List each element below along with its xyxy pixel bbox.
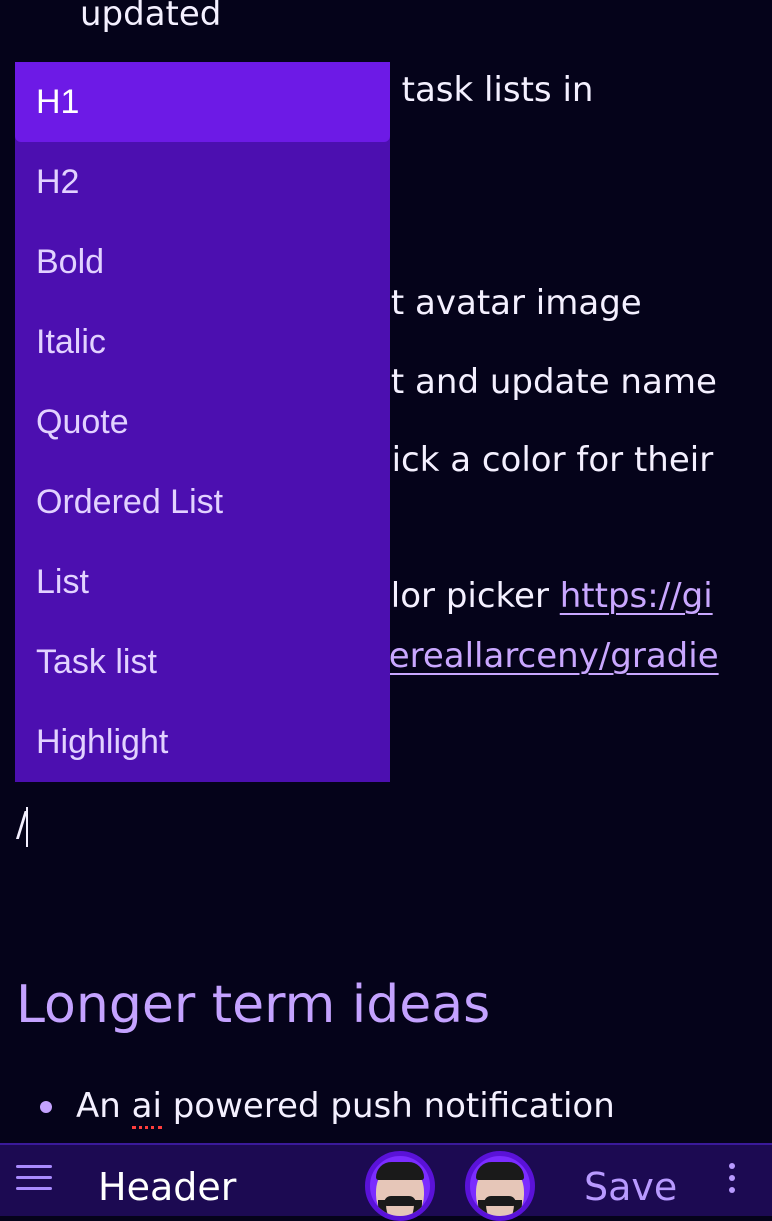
- url-link[interactable]: cereallarceny/gradie: [370, 636, 719, 676]
- menu-item-task-list[interactable]: Task list: [15, 622, 390, 702]
- url-link[interactable]: https://gi: [560, 576, 713, 616]
- text-caret: [26, 806, 29, 847]
- list-item-text-suffix: powered push notification: [161, 1086, 615, 1126]
- avatar[interactable]: [465, 1151, 535, 1221]
- bullet-icon: [40, 1101, 52, 1113]
- avatar[interactable]: [365, 1151, 435, 1221]
- list-item: An ai powered push notification: [76, 1086, 615, 1129]
- menu-item-italic[interactable]: Italic: [15, 302, 390, 382]
- list-item-text-prefix: An: [76, 1086, 132, 1126]
- menu-item-quote[interactable]: Quote: [15, 382, 390, 462]
- menu-item-highlight[interactable]: Highlight: [15, 702, 390, 782]
- menu-item-list[interactable]: List: [15, 542, 390, 622]
- text-fragment: olor picker: [370, 576, 560, 616]
- text-line: updated: [80, 0, 222, 34]
- text-line: pick a color for their: [370, 440, 714, 480]
- toolbar-title[interactable]: Header: [98, 1165, 236, 1209]
- bottom-toolbar: Header Save: [0, 1143, 772, 1221]
- text-line: o task lists in: [370, 70, 594, 110]
- section-heading: Longer term ideas: [16, 975, 491, 1035]
- slash-command-menu: H1 H2 Bold Italic Quote Ordered List Lis…: [15, 62, 390, 782]
- text-line: olor picker https://gi: [370, 576, 713, 616]
- text-line: et and update name: [370, 362, 717, 402]
- menu-item-h1[interactable]: H1: [15, 62, 390, 142]
- text-line: et avatar image: [370, 283, 642, 323]
- save-button[interactable]: Save: [584, 1165, 677, 1209]
- misspelled-word[interactable]: ai: [131, 1086, 162, 1129]
- text-line: cereallarceny/gradie: [370, 636, 719, 676]
- menu-item-ordered-list[interactable]: Ordered List: [15, 462, 390, 542]
- kebab-icon[interactable]: [726, 1163, 738, 1197]
- slash-command-input[interactable]: /: [16, 803, 29, 847]
- menu-item-h2[interactable]: H2: [15, 142, 390, 222]
- hamburger-icon[interactable]: [16, 1165, 52, 1191]
- menu-item-bold[interactable]: Bold: [15, 222, 390, 302]
